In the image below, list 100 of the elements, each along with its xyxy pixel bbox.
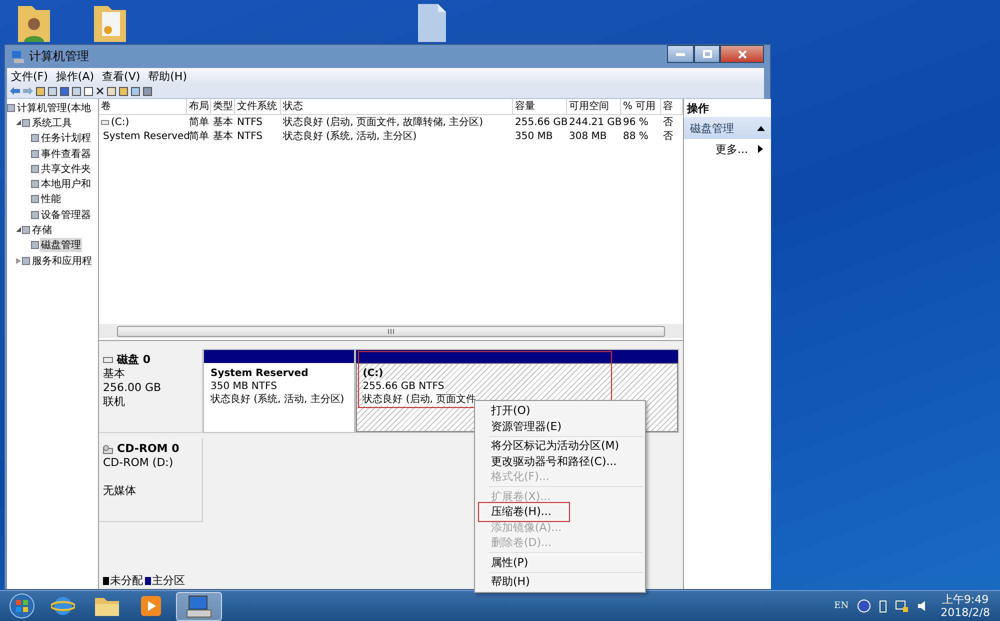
computer-icon [186,594,212,618]
table-cell: 88 % [623,130,648,142]
menu-item[interactable]: 打开(O) [477,403,643,418]
node-icon [31,241,39,250]
disk-info: 联机 [103,395,126,409]
table-cell-text: 简单 [189,116,209,129]
table-cell-text: 否 [663,130,673,143]
legend-label: 主分区 [152,575,185,587]
table-cell: 350 MB [515,130,553,142]
column-header[interactable]: 卷 [99,99,187,115]
expanded-arrow-icon[interactable] [16,120,21,126]
tree-item[interactable]: 性能 [40,192,62,206]
tree-item[interactable]: 系统工具 [31,116,73,130]
taskbar-button[interactable] [176,592,222,620]
node-icon [31,134,39,142]
back-arrow-icon[interactable] [10,87,20,95]
menu-item[interactable]: 将分区标记为活动分区(M) [477,438,643,454]
menu-item[interactable]: 资源管理器(E) [477,418,643,434]
disk-info: CD-ROM (D:) [103,456,174,470]
expanded-arrow-icon[interactable] [16,227,21,234]
menu-item[interactable]: 压缩卷(H)... [480,504,568,520]
tree-item[interactable]: 服务和应用程 [31,254,93,268]
table-cell: NTFS [237,130,263,142]
column-header[interactable]: 可用空间 [567,99,621,115]
node-icon [31,195,39,204]
partition-block[interactable]: System Reserved 350 MB NTFS 状态良好 (系统, 活动, 主分区) [202,349,355,433]
partition-status: 状态良好 (系统, 活动, 主分区) [210,393,344,406]
column-header[interactable]: 文件系统 [235,99,281,115]
partition-name: System Reserved [210,367,308,380]
disk-info: 256.00 GB [103,381,162,395]
minimize-icon [676,52,685,56]
collapsed-arrow-icon[interactable] [16,258,21,264]
table-cell-text: 基本 [213,130,233,143]
partition-status: 状态良好 (启动, 页面文件 [362,393,476,406]
windows-logo-icon [9,593,35,619]
disk-name: 磁盘 0 [117,353,150,367]
panel-icon[interactable] [48,86,57,96]
section-header[interactable]: 磁盘管理 [684,117,771,139]
tree-item[interactable]: 计算机管理(本地 [16,100,92,115]
section-title: 磁盘管理 [690,120,734,136]
computer-icon [11,50,25,64]
time-text: 上午9:49 [942,593,989,606]
menu-item[interactable]: 操作(A) [56,68,94,84]
menu-item[interactable]: 帮助(H) [148,68,187,84]
panel-icon[interactable] [72,86,81,96]
column-header[interactable]: 类型 [211,99,235,115]
cd-drive-icon [103,444,113,454]
tree-item[interactable]: 存储 [31,223,53,238]
close-button[interactable] [720,45,764,63]
battery-icon[interactable] [878,600,887,612]
partition-size: 350 MB NTFS [210,380,277,393]
up-triangle-icon[interactable] [757,126,765,130]
column-header[interactable]: 布局 [187,99,211,115]
panel-title: 操作 [686,101,710,117]
tree-item[interactable]: 事件查看器 [40,146,92,161]
document-icon[interactable] [416,2,448,42]
page-icon[interactable] [84,86,93,96]
node-icon [7,104,15,112]
clock[interactable]: 上午9:49 2018/2/8 [936,593,994,619]
node-icon [22,226,30,234]
node-icon [22,256,30,265]
menu-item[interactable]: 查看(V) [102,68,140,84]
tree-item[interactable]: 本地用户和 [40,177,92,192]
column-header[interactable]: % 可用 [621,99,661,115]
minimize-button[interactable] [667,45,694,63]
node-icon [22,118,30,127]
grip-icon [388,328,394,334]
menu-item[interactable]: 文件(F) [11,68,48,84]
table-cell: 244.21 GB [569,116,622,128]
table-cell-text: 简单 [189,130,209,143]
right-triangle-icon [758,145,763,153]
tree-item[interactable]: 任务计划程 [40,131,92,146]
maximize-button[interactable] [694,45,720,63]
column-header[interactable]: 容量 [513,99,567,115]
column-header[interactable]: 状态 [281,99,513,115]
menu-item[interactable]: 更改驱动器号和路径(C)... [477,454,643,469]
menu-item[interactable]: 帮助(H) [477,574,643,590]
table-cell: 96 % [623,116,648,128]
table-cell: (C:) [111,116,130,128]
volume-icon [101,120,109,124]
delete-icon[interactable] [96,87,104,95]
tree-item[interactable]: 设备管理器 [40,208,92,222]
window-title: 计算机管理 [29,48,89,65]
action-link[interactable]: 更多... [716,142,748,156]
horizontal-scrollbar[interactable] [99,324,683,338]
tree-item[interactable]: 共享文件夹 [40,162,92,176]
table-cell-text: 否 [663,116,673,129]
menu-item[interactable]: 属性(P) [477,554,643,570]
node-icon [31,164,39,173]
partition-size: 255.66 GB NTFS [362,380,444,393]
close-icon [738,50,746,58]
language-indicator[interactable]: EN [834,601,849,611]
disk-info: 基本 [103,367,126,381]
table-cell-text: 状态良好 (启动, 页面文件, 故障转储, 主分区) [283,116,484,129]
disk-status: 无媒体 [103,484,137,498]
node-icon [31,150,39,158]
maximize-icon [702,50,712,58]
tree-item[interactable]: 磁盘管理 [40,238,82,252]
table-cell: 308 MB [569,130,607,142]
disk-name: CD-ROM 0 [117,442,180,456]
